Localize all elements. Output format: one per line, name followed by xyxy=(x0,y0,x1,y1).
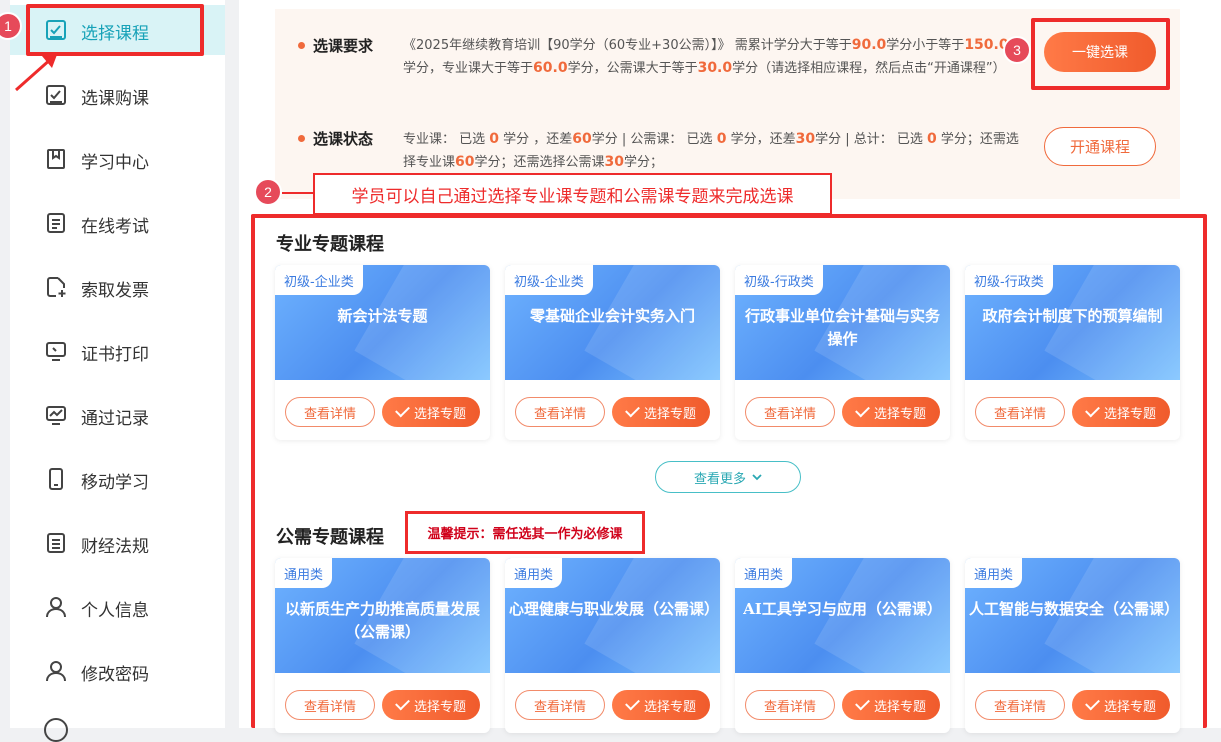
view-details-button[interactable]: 查看详情 xyxy=(285,397,375,427)
card-title: 新会计法专题 xyxy=(337,307,428,325)
sidebar-item-records[interactable]: 通过记录 xyxy=(10,390,225,440)
sidebar-item-label: 在线考试 xyxy=(81,217,149,237)
card-title: 政府会计制度下的预算编制 xyxy=(982,307,1163,325)
select-topic-button[interactable]: 选择专题 xyxy=(382,690,480,720)
annotation-arrow xyxy=(15,52,58,92)
sidebar-item-label: 财经法规 xyxy=(81,537,149,557)
chevron-down-icon xyxy=(752,474,762,481)
card-title: 零基础企业会计实务入门 xyxy=(529,307,695,325)
card-tag: 通用类 xyxy=(965,558,1023,588)
card-title: 心理健康与职业发展（公需课） xyxy=(509,600,720,618)
check-icon xyxy=(1085,402,1100,418)
view-details-button[interactable]: 查看详情 xyxy=(745,397,835,427)
card-tag: 通用类 xyxy=(735,558,793,588)
card-title: AI工具学习与应用（公需课） xyxy=(743,600,942,618)
user-icon xyxy=(46,661,66,682)
card-tag: 初级-企业类 xyxy=(505,265,593,295)
file-add-icon xyxy=(47,277,66,297)
card-tag: 初级-行政类 xyxy=(735,265,823,295)
course-card: 通用类 以新质生产力助推高质量发展（公需课） 查看详情 选择专题 xyxy=(275,558,490,733)
sidebar-item-label: 证书打印 xyxy=(81,345,149,365)
sidebar-item-label: 移动学习 xyxy=(81,473,149,493)
view-details-button[interactable]: 查看详情 xyxy=(745,690,835,720)
view-details-button[interactable]: 查看详情 xyxy=(515,690,605,720)
bullet-dot xyxy=(298,135,305,142)
select-topic-button[interactable]: 选择专题 xyxy=(612,690,710,720)
check-icon xyxy=(855,402,870,418)
sidebar-item-profile[interactable]: 个人信息 xyxy=(10,582,225,632)
public-section-title: 公需专题课程 xyxy=(276,527,384,548)
sidebar-item-label: 通过记录 xyxy=(81,409,149,429)
view-details-button[interactable]: 查看详情 xyxy=(515,397,605,427)
card-tag: 初级-企业类 xyxy=(275,265,363,295)
select-topic-button[interactable]: 选择专题 xyxy=(842,397,940,427)
requirements-text: 《2025年继续教育培训【90学分（60专业+30公需）】》 需累计学分大于等于… xyxy=(403,37,1009,76)
open-course-button[interactable]: 开通课程 xyxy=(1044,127,1156,166)
select-topic-button[interactable]: 选择专题 xyxy=(382,397,480,427)
requirements-title: 选课要求 xyxy=(313,37,374,55)
phone-icon xyxy=(49,468,63,490)
user-icon xyxy=(46,597,66,618)
check-icon xyxy=(395,695,410,711)
document-icon xyxy=(47,533,65,553)
view-details-button[interactable]: 查看详情 xyxy=(975,397,1065,427)
card-title: 人工智能与数据安全（公需课） xyxy=(969,600,1180,618)
check-icon xyxy=(395,402,410,418)
course-card: 初级-行政类 行政事业单位会计基础与实务操作 查看详情 选择专题 xyxy=(735,265,950,440)
sidebar-item-invoice[interactable]: 索取发票 xyxy=(10,262,225,312)
select-topic-button[interactable]: 选择专题 xyxy=(842,690,940,720)
sidebar-item-certificate[interactable]: 证书打印 xyxy=(10,326,225,376)
monitor-icon xyxy=(46,342,66,361)
annotation-badge-3: 3 xyxy=(1003,36,1031,64)
view-details-button[interactable]: 查看详情 xyxy=(285,690,375,720)
annotation-callout: 学员可以自己通过选择专业课专题和公需课专题来完成选课 xyxy=(313,173,832,215)
view-more-button[interactable]: 查看更多 xyxy=(655,461,801,493)
sidebar-item-label: 修改密码 xyxy=(81,665,149,685)
check-icon xyxy=(625,695,640,711)
course-card: 通用类 心理健康与职业发展（公需课） 查看详情 选择专题 xyxy=(505,558,720,733)
status-text: 专业课： 已选 0 学分 ，还差60学分 | 公需课： 已选 0 学分，还差30… xyxy=(403,131,1019,170)
sidebar-item-label: 学习中心 xyxy=(81,153,149,173)
select-topic-button[interactable]: 选择专题 xyxy=(1072,690,1170,720)
annotation-badge-2: 2 xyxy=(254,178,282,206)
select-topic-button[interactable]: 选择专题 xyxy=(1072,397,1170,427)
status-title: 选课状态 xyxy=(313,130,374,148)
course-card: 通用类 人工智能与数据安全（公需课） 查看详情 选择专题 xyxy=(965,558,1180,733)
sidebar-item-study-center[interactable]: 学习中心 xyxy=(10,134,225,184)
check-icon xyxy=(625,402,640,418)
card-tag: 通用类 xyxy=(505,558,563,588)
course-card: 初级-行政类 政府会计制度下的预算编制 查看详情 选择专题 xyxy=(965,265,1180,440)
select-topic-button[interactable]: 选择专题 xyxy=(612,397,710,427)
check-icon xyxy=(1085,695,1100,711)
partial-icon xyxy=(44,718,68,742)
chart-icon xyxy=(46,406,66,425)
callout-connector xyxy=(282,192,314,194)
sidebar-item-label: 选课购课 xyxy=(81,89,149,109)
sidebar-item-password[interactable]: 修改密码 xyxy=(10,646,225,696)
card-tag: 初级-行政类 xyxy=(965,265,1053,295)
document-icon xyxy=(47,213,65,233)
card-title: 以新质生产力助推高质量发展（公需课） xyxy=(284,600,480,641)
divider xyxy=(225,0,239,728)
check-icon xyxy=(855,695,870,711)
sidebar: 选择课程 选课购课 学习中心 在线考试 索取发票 证书打印 通过记录 移动学习 … xyxy=(10,0,225,742)
public-tip: 温馨提示：需任选其一作为必修课 xyxy=(405,511,645,554)
sidebar-item-label: 个人信息 xyxy=(81,601,149,621)
sidebar-item-mobile[interactable]: 移动学习 xyxy=(10,454,225,504)
bullet-dot xyxy=(298,42,305,49)
course-card: 初级-企业类 零基础企业会计实务入门 查看详情 选择专题 xyxy=(505,265,720,440)
sidebar-item-online-exam[interactable]: 在线考试 xyxy=(10,198,225,248)
annotation-box-3 xyxy=(1031,18,1170,90)
sidebar-item-regulations[interactable]: 财经法规 xyxy=(10,518,225,568)
card-tag: 通用类 xyxy=(275,558,333,588)
bookmark-icon xyxy=(47,149,65,169)
sidebar-item-label: 索取发票 xyxy=(81,281,149,301)
course-card: 通用类 AI工具学习与应用（公需课） 查看详情 选择专题 xyxy=(735,558,950,733)
course-card: 初级-企业类 新会计法专题 查看详情 选择专题 xyxy=(275,265,490,440)
view-more-label: 查看更多 xyxy=(693,471,746,487)
view-details-button[interactable]: 查看详情 xyxy=(975,690,1065,720)
card-title: 行政事业单位会计基础与实务操作 xyxy=(744,307,940,348)
professional-section-title: 专业专题课程 xyxy=(276,234,384,255)
